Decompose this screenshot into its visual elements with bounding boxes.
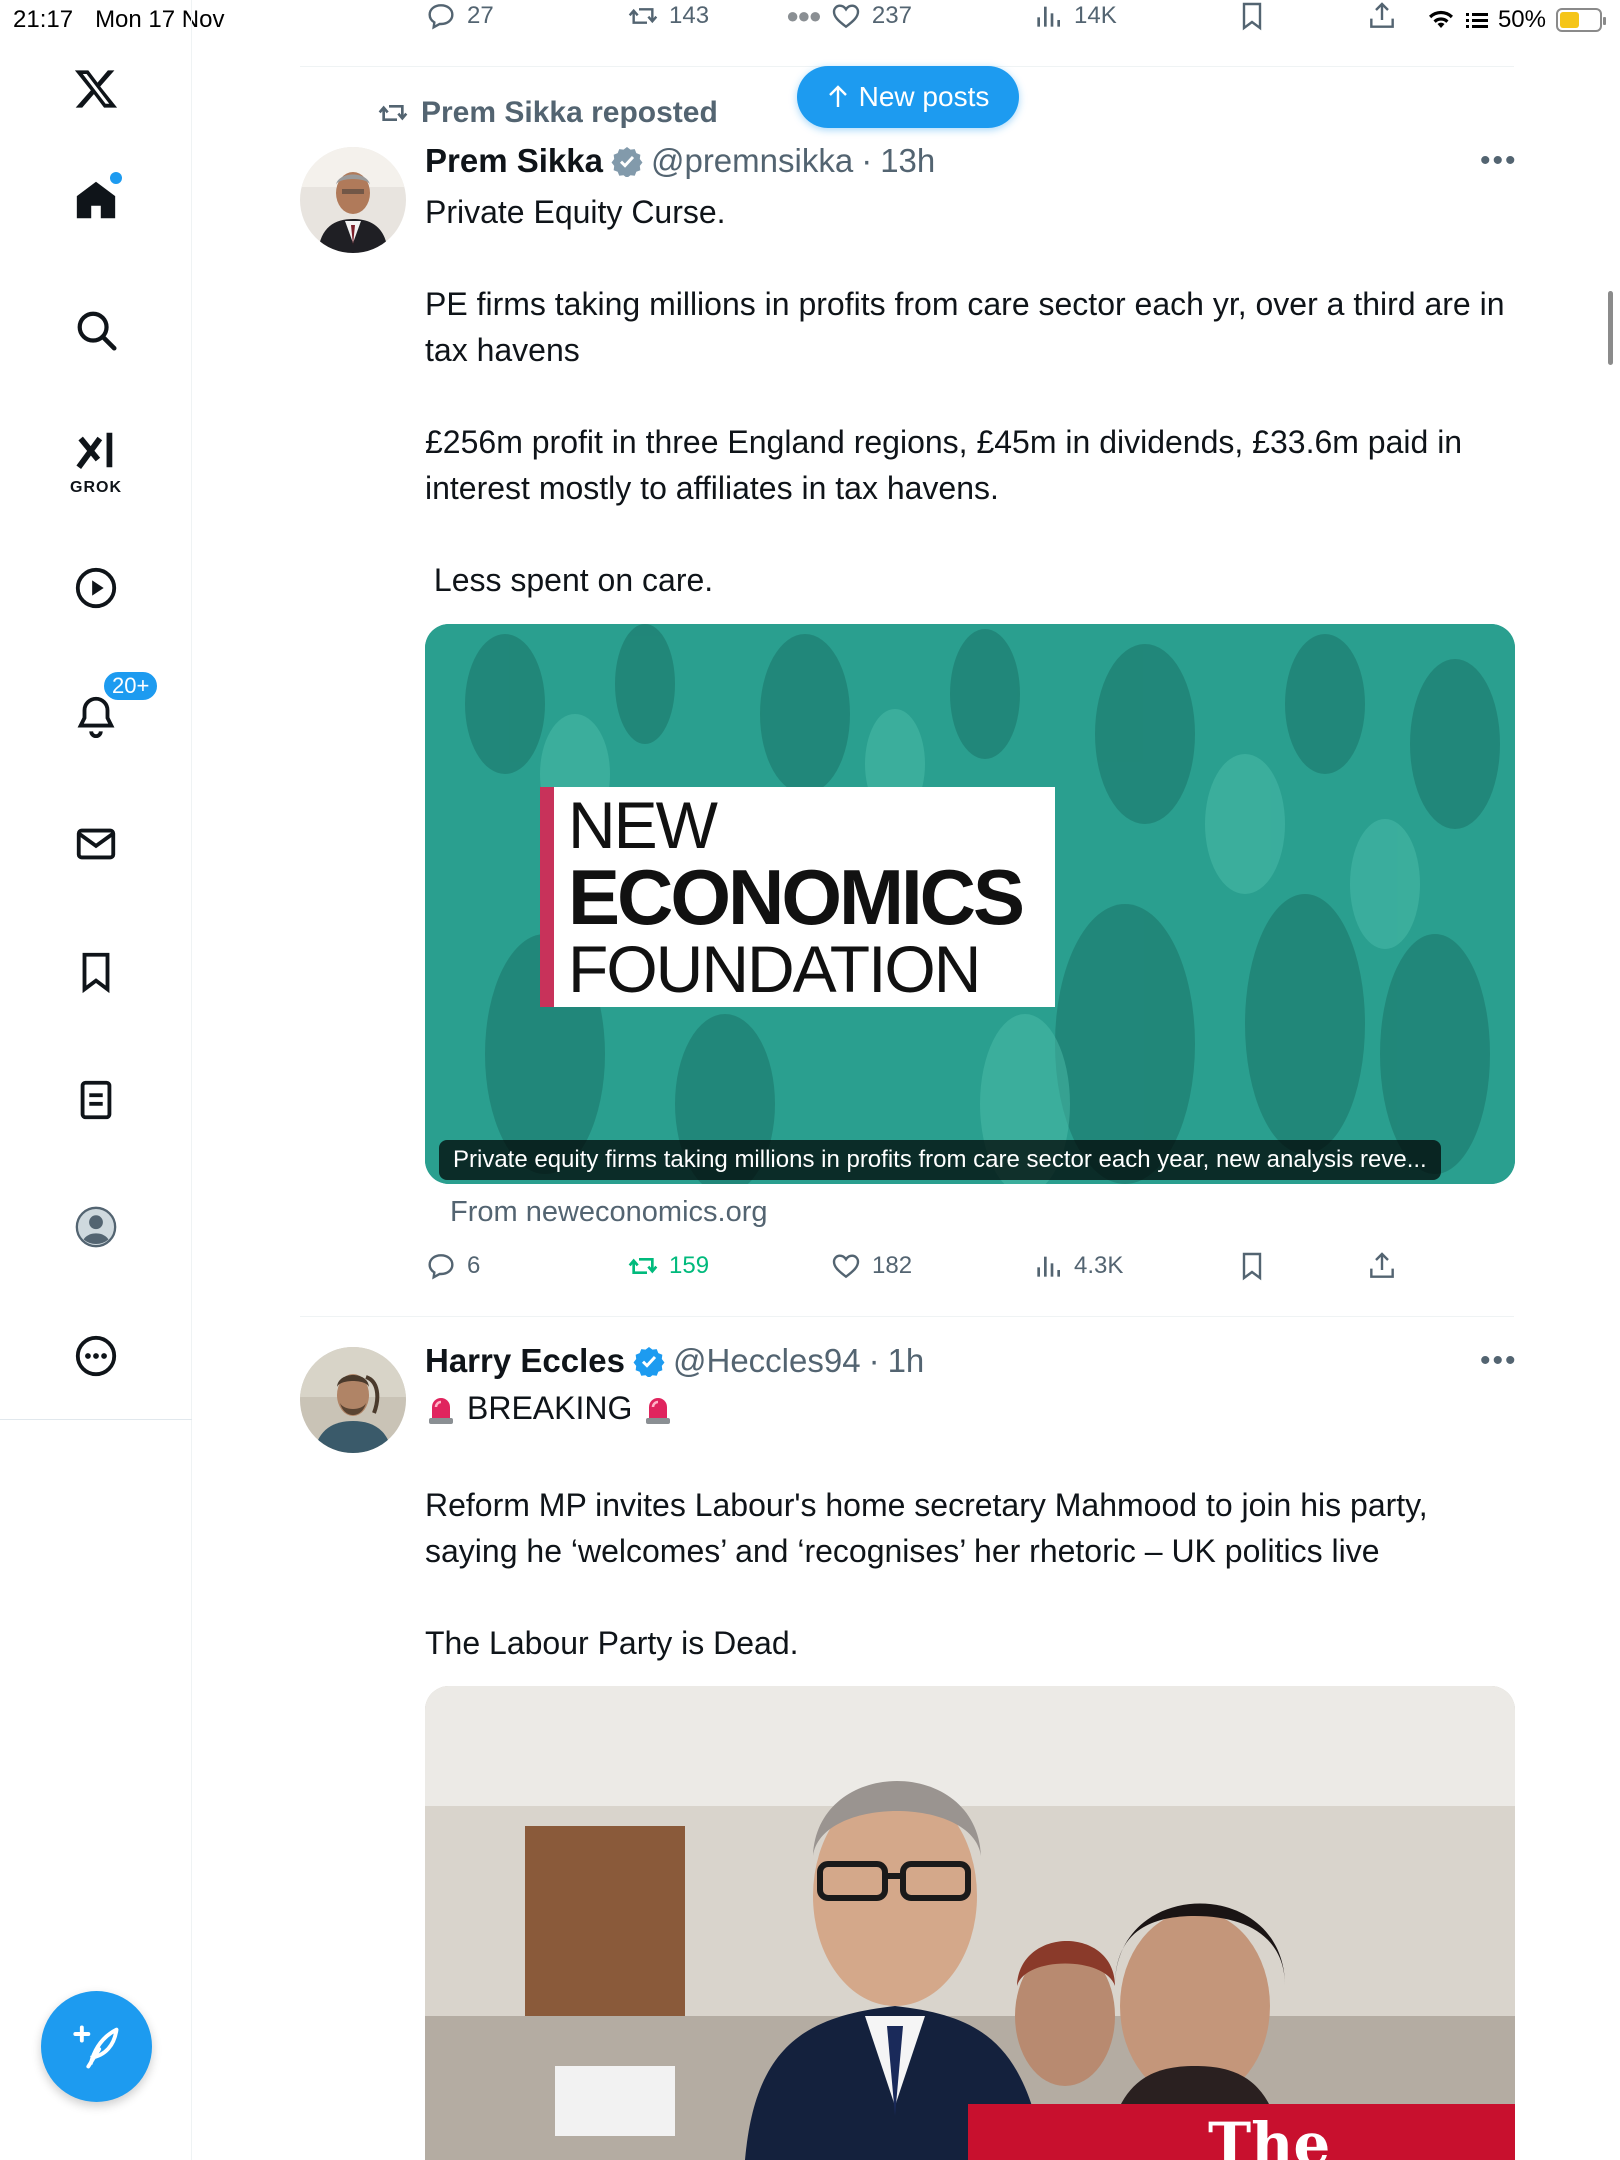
repost-icon xyxy=(378,105,408,121)
photo-scene xyxy=(425,1686,1515,2160)
compose-post-button[interactable] xyxy=(41,1991,152,2102)
arrow-up-icon xyxy=(828,85,847,107)
author-name[interactable]: Prem Sikka xyxy=(425,142,603,180)
nef-logo: NEW ECONOMICS FOUNDATION xyxy=(540,787,1055,1007)
tweet2-more-icon[interactable]: ••• xyxy=(1480,1344,1518,1378)
bookmarks-icon[interactable] xyxy=(64,940,128,1004)
tweet1-repost-count: 159 xyxy=(669,1252,710,1279)
photo-banner-text: The xyxy=(968,2104,1515,2160)
like-heart-icon xyxy=(832,4,860,29)
breaking-line: BREAKING xyxy=(425,1390,674,1427)
prev-views-action[interactable]: 14K xyxy=(1032,0,1117,32)
scrollbar-indicator[interactable] xyxy=(1608,291,1613,365)
tweet1-text: Private Equity Curse. PE firms taking mi… xyxy=(425,189,1515,603)
tweet1-avatar[interactable] xyxy=(300,147,406,253)
prev-bookmark-action[interactable] xyxy=(1236,0,1268,32)
repost-icon xyxy=(628,1258,658,1274)
author-handle[interactable]: @premnsikka xyxy=(651,142,853,180)
messages-envelope-icon[interactable] xyxy=(64,812,128,876)
tweet1-reply-count: 6 xyxy=(467,1252,481,1279)
prev-like-action[interactable]: ●●● 237 xyxy=(786,0,912,32)
tweet1-reply-action[interactable]: 6 xyxy=(425,1250,480,1282)
ellipsis-dots: ●●● xyxy=(786,3,822,28)
prev-share-action[interactable] xyxy=(1366,0,1398,32)
tweet1-bookmark-action[interactable] xyxy=(1236,1250,1268,1282)
tweet2-avatar[interactable] xyxy=(300,1347,406,1453)
post-time[interactable]: 1h xyxy=(888,1342,925,1380)
verified-badge-icon xyxy=(611,147,643,177)
tweet-divider xyxy=(300,1316,1514,1317)
tweet1-text-p3: £256m profit in three England regions, £… xyxy=(425,424,1463,506)
tweet2-photo[interactable]: The xyxy=(425,1686,1515,2160)
prev-like-count: 237 xyxy=(871,2,912,29)
bookmark-icon xyxy=(1242,1252,1262,1281)
siren-icon xyxy=(429,1397,453,1424)
tweet2-header: Harry Eccles @Heccles94 · 1h xyxy=(425,1342,924,1380)
video-play-icon[interactable] xyxy=(64,556,128,620)
tweet1-views-count: 4.3K xyxy=(1074,1252,1124,1279)
profile-avatar-icon[interactable] xyxy=(64,1195,128,1259)
lists-icon[interactable] xyxy=(64,1068,128,1132)
prev-repost-action[interactable]: 143 xyxy=(627,0,709,32)
grok-icon[interactable] xyxy=(64,418,128,482)
home-icon[interactable] xyxy=(64,168,128,232)
bookmark-icon xyxy=(1242,2,1262,31)
tweet1-repost-action[interactable]: 159 xyxy=(627,1250,709,1282)
share-icon xyxy=(1370,1252,1394,1278)
link-card-image[interactable]: NEW ECONOMICS FOUNDATION Private equity … xyxy=(425,624,1515,1184)
link-card-source[interactable]: From neweconomics.org xyxy=(450,1196,768,1229)
tweet1-text-p1: Private Equity Curse. xyxy=(425,194,726,230)
logo-line-new: NEW xyxy=(568,788,718,862)
siren-icon xyxy=(646,1397,671,1424)
search-icon[interactable] xyxy=(64,298,128,362)
tweet2-text-p2: The Labour Party is Dead. xyxy=(425,1625,799,1661)
new-posts-button[interactable]: New posts xyxy=(797,66,1019,128)
x-logo-icon[interactable] xyxy=(64,57,128,121)
prev-reply-action[interactable]: 27 xyxy=(425,0,494,32)
dot-separator: · xyxy=(868,1342,880,1379)
reply-icon xyxy=(428,4,454,30)
prev-views-count: 14K xyxy=(1074,2,1117,29)
logo-line-economics: ECONOMICS xyxy=(568,853,1025,941)
tweet1-like-action[interactable]: 182 xyxy=(830,1250,912,1282)
tweet1-share-action[interactable] xyxy=(1366,1250,1398,1282)
dot-separator: · xyxy=(861,142,873,179)
views-chart-icon xyxy=(1037,1256,1060,1277)
like-heart-icon xyxy=(832,1254,860,1279)
repost-indicator[interactable]: Prem Sikka reposted xyxy=(377,96,718,130)
views-chart-icon xyxy=(1037,6,1060,27)
prev-reply-count: 27 xyxy=(467,2,494,29)
tweet2-text: Reform MP invites Labour's home secretar… xyxy=(425,1482,1515,1666)
breaking-label: BREAKING xyxy=(467,1390,633,1426)
home-unread-dot xyxy=(110,172,122,184)
tweet1-views-action[interactable]: 4.3K xyxy=(1032,1250,1123,1282)
tweet1-text-p4: Less spent on care. xyxy=(425,562,714,598)
tweet1-header: Prem Sikka @premnsikka · 13h xyxy=(425,142,935,180)
author-handle[interactable]: @Heccles94 xyxy=(673,1342,861,1380)
new-posts-label: New posts xyxy=(858,81,990,112)
sidebar: GROK 20+ xyxy=(0,0,192,2160)
author-name[interactable]: Harry Eccles xyxy=(425,1342,625,1380)
share-icon xyxy=(1370,2,1394,28)
verified-badge-icon xyxy=(633,1347,665,1377)
tweet1-like-count: 182 xyxy=(872,1252,913,1279)
repost-label: Prem Sikka reposted xyxy=(421,96,718,129)
compose-feather-icon xyxy=(72,2025,118,2068)
logo-line-foundation: FOUNDATION xyxy=(568,932,981,1006)
grok-label: GROK xyxy=(70,479,122,496)
post-time[interactable]: 13h xyxy=(880,142,935,180)
tweet1-more-icon[interactable]: ••• xyxy=(1480,144,1518,178)
repost-icon xyxy=(628,8,658,24)
more-options-icon[interactable] xyxy=(64,1324,128,1388)
prev-repost-count: 143 xyxy=(669,2,710,29)
reply-icon xyxy=(428,1254,454,1280)
link-card-caption[interactable]: Private equity firms taking millions in … xyxy=(439,1140,1441,1180)
tweet2-text-p1: Reform MP invites Labour's home secretar… xyxy=(425,1487,1428,1569)
tweet1-text-p2: PE firms taking millions in profits from… xyxy=(425,286,1505,368)
sidebar-divider xyxy=(0,1419,192,1420)
notifications-bell-icon[interactable]: 20+ xyxy=(64,670,160,748)
notifications-badge: 20+ xyxy=(102,670,160,702)
